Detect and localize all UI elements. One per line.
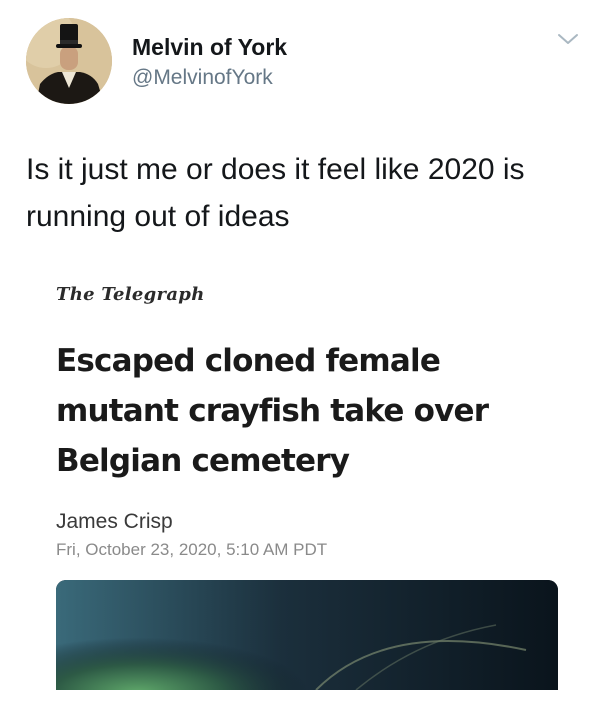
avatar[interactable] bbox=[26, 18, 112, 104]
display-name[interactable]: Melvin of York bbox=[132, 34, 287, 61]
article-date: Fri, October 23, 2020, 5:10 AM PDT bbox=[56, 540, 328, 559]
article-headline: Escaped cloned female mutant crayfish ta… bbox=[56, 343, 489, 479]
tweet-text: Is it just me or does it feel like 2020 … bbox=[26, 153, 525, 233]
tweet-card: Melvin of York @MelvinofYork Is it just … bbox=[0, 0, 600, 708]
crayfish-photo-icon bbox=[56, 580, 558, 690]
user-handle[interactable]: @MelvinofYork bbox=[132, 66, 273, 90]
portrait-icon bbox=[26, 18, 112, 104]
publisher-logo: The Telegraph bbox=[56, 284, 205, 305]
article-author: James Crisp bbox=[56, 510, 173, 533]
chevron-down-icon[interactable] bbox=[557, 32, 579, 46]
article-image bbox=[56, 580, 558, 690]
